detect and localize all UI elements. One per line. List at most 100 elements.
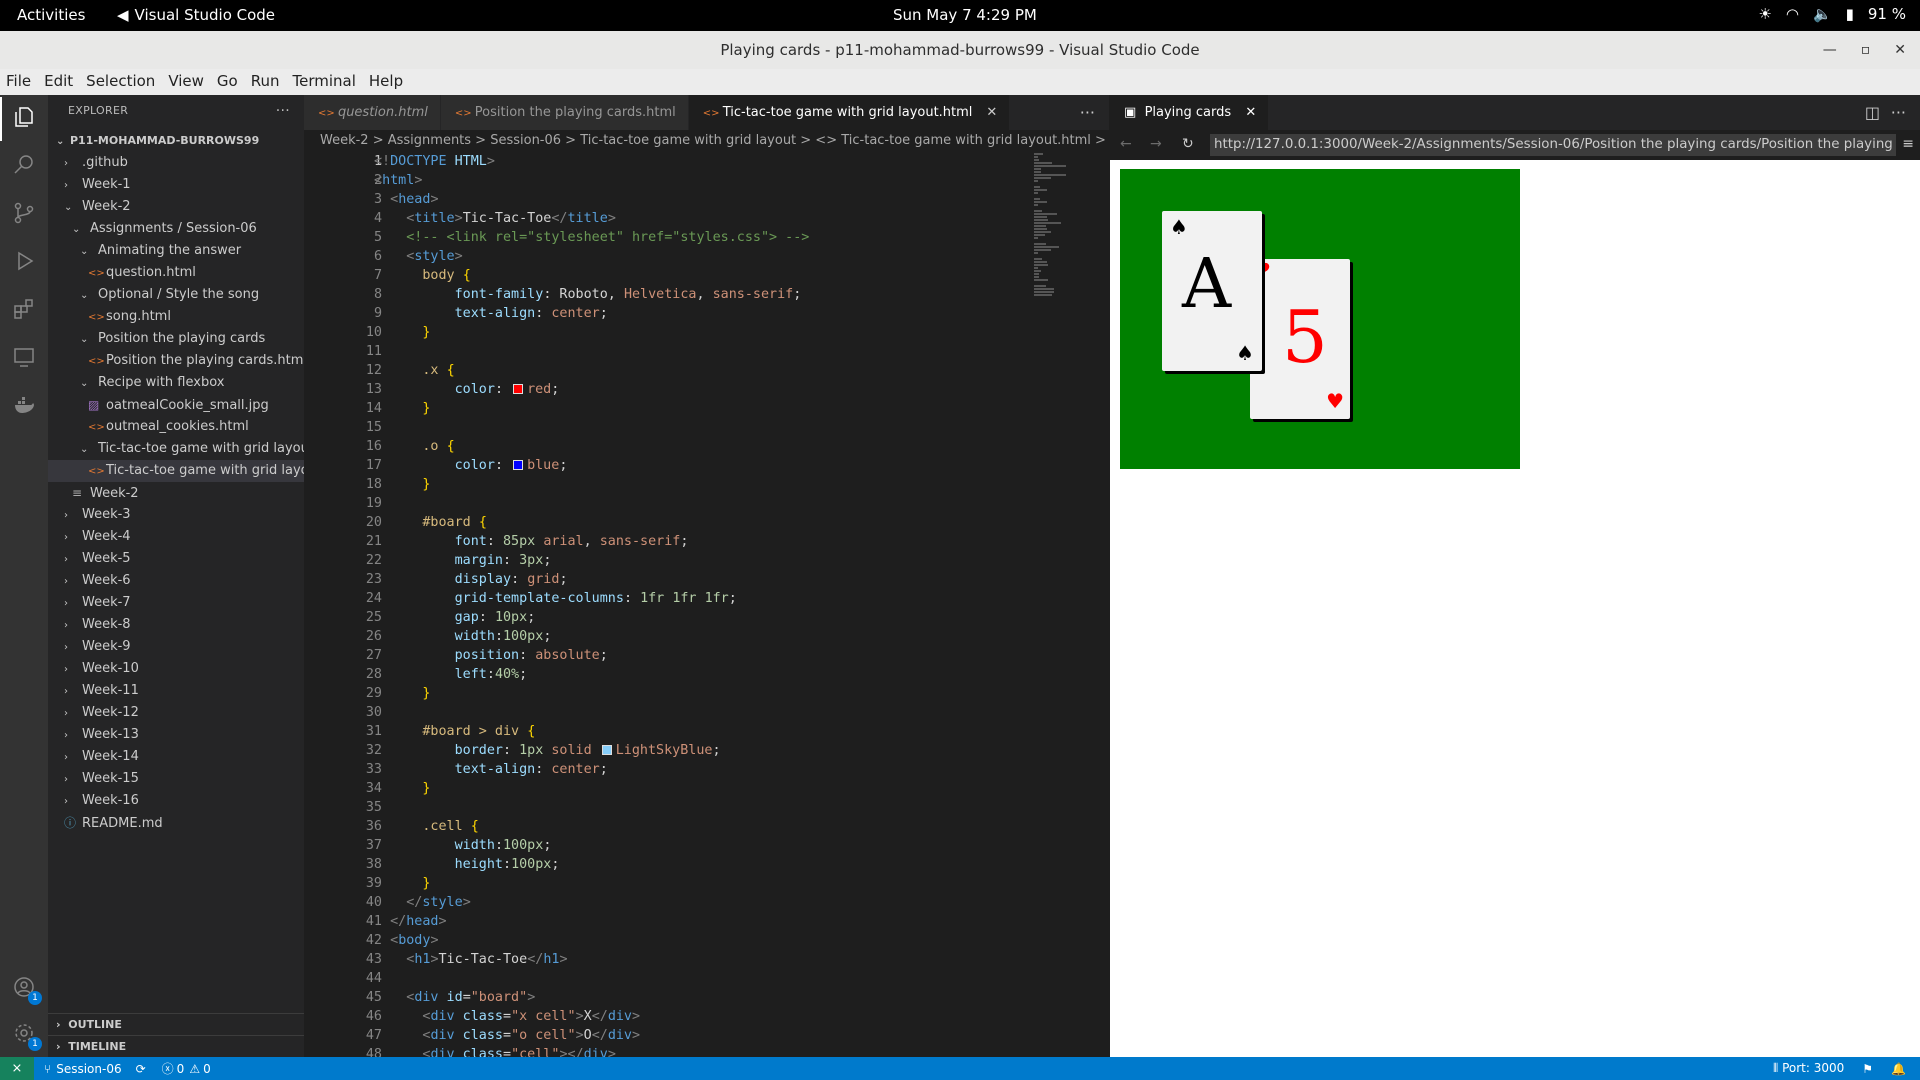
close-tab-icon[interactable]: ✕: [1245, 105, 1256, 120]
color-swatch[interactable]: [513, 460, 524, 470]
extensions-icon[interactable]: [10, 295, 38, 323]
code-line[interactable]: 18 }: [304, 475, 1024, 494]
feedback-icon[interactable]: ⚑: [1862, 1062, 1873, 1076]
code-line[interactable]: 22 margin: 3px;: [304, 551, 1024, 570]
tree-item[interactable]: <>Tic-tac-toe game with grid layo...: [48, 460, 304, 482]
maximize-icon[interactable]: ▫: [1861, 31, 1871, 69]
code-line[interactable]: 7 body {: [304, 266, 1024, 285]
code-line[interactable]: 6 <style>: [304, 247, 1024, 266]
timeline-section[interactable]: › TIMELINE: [48, 1035, 304, 1057]
code-line[interactable]: 13 color: red;: [304, 380, 1024, 399]
preview-tab[interactable]: ▣ Playing cards ✕: [1110, 95, 1269, 130]
code-line[interactable]: 9 text-align: center;: [304, 304, 1024, 323]
tree-item[interactable]: ⌄ Tic-tac-toe game with grid layout: [48, 438, 304, 460]
code-line[interactable]: 36 .cell {: [304, 817, 1024, 836]
breadcrumb[interactable]: Week-2 > Assignments > Session-06 > Tic-…: [304, 130, 1122, 152]
tree-item[interactable]: › Week-5: [48, 548, 304, 570]
tree-item[interactable]: › Week-4: [48, 526, 304, 548]
run-debug-icon[interactable]: [10, 247, 38, 275]
menu-run[interactable]: Run: [251, 69, 287, 95]
code-line[interactable]: 19: [304, 494, 1024, 513]
url-input[interactable]: http://127.0.0.1:3000/Week-2/Assignments…: [1210, 134, 1896, 156]
tree-item[interactable]: › Week-3: [48, 504, 304, 526]
code-line[interactable]: 40 </style>: [304, 893, 1024, 912]
warning-count[interactable]: 0: [203, 1062, 211, 1076]
tree-item[interactable]: › Week-12: [48, 702, 304, 724]
code-line[interactable]: 28 left:40%;: [304, 665, 1024, 684]
tree-item[interactable]: › Week-6: [48, 570, 304, 592]
code-line[interactable]: 46 <div class="x cell">X</div>: [304, 1007, 1024, 1026]
menu-file[interactable]: File: [6, 69, 38, 95]
clock[interactable]: Sun May 7 4:29 PM: [893, 6, 1037, 24]
code-line[interactable]: 31 #board > div {: [304, 722, 1024, 741]
tree-item[interactable]: ⌄ Optional / Style the song: [48, 284, 304, 306]
manage-gear-icon[interactable]: 1: [10, 1019, 42, 1051]
workspace-root[interactable]: ⌄ P11-MOHAMMAD-BURROWS99: [48, 130, 304, 152]
code-line[interactable]: 47 <div class="o cell">O</div>: [304, 1026, 1024, 1045]
code-line[interactable]: 38 height:100px;: [304, 855, 1024, 874]
code-line[interactable]: 41 </head>: [304, 912, 1024, 931]
accounts-icon[interactable]: 1: [10, 973, 42, 1005]
code-line[interactable]: 27 position: absolute;: [304, 646, 1024, 665]
more-actions-icon[interactable]: ···: [276, 95, 290, 127]
code-line[interactable]: 1 <!DOCTYPE HTML>: [304, 152, 1024, 171]
tree-item[interactable]: <>outmeal_cookies.html: [48, 416, 304, 438]
menu-terminal[interactable]: Terminal: [293, 69, 363, 95]
back-icon[interactable]: ←: [1120, 136, 1132, 152]
tree-item[interactable]: ≡ Week-2: [48, 482, 304, 504]
split-editor-icon[interactable]: ◫: [1865, 95, 1880, 130]
menu-help[interactable]: Help: [369, 69, 410, 95]
tree-item[interactable]: › Week-9: [48, 636, 304, 658]
activities-button[interactable]: Activities: [17, 6, 85, 24]
tree-item[interactable]: <>question.html: [48, 262, 304, 284]
code-line[interactable]: 15: [304, 418, 1024, 437]
sync-icon[interactable]: ⟳: [136, 1062, 146, 1076]
code-line[interactable]: 25 gap: 10px;: [304, 608, 1024, 627]
tree-item[interactable]: ⌄ Recipe with flexbox: [48, 372, 304, 394]
tree-item[interactable]: › Week-8: [48, 614, 304, 636]
code-line[interactable]: 43 <h1>Tic-Tac-Toe</h1>: [304, 950, 1024, 969]
editor-tab[interactable]: <> Position the playing cards.html: [440, 95, 689, 130]
code-line[interactable]: 14 }: [304, 399, 1024, 418]
errors-icon[interactable]: ⓧ: [162, 1060, 174, 1077]
minimize-icon[interactable]: —: [1823, 31, 1837, 69]
tree-item[interactable]: › Week-14: [48, 746, 304, 768]
code-line[interactable]: 23 display: grid;: [304, 570, 1024, 589]
code-line[interactable]: 42 <body>: [304, 931, 1024, 950]
code-line[interactable]: 24 grid-template-columns: 1fr 1fr 1fr;: [304, 589, 1024, 608]
code-line[interactable]: 30: [304, 703, 1024, 722]
remote-explorer-icon[interactable]: [10, 343, 38, 371]
code-line[interactable]: 20 #board {: [304, 513, 1024, 532]
code-line[interactable]: 12 .x {: [304, 361, 1024, 380]
tree-item[interactable]: <>song.html: [48, 306, 304, 328]
color-swatch[interactable]: [601, 745, 612, 755]
tree-item[interactable]: ▨ oatmealCookie_small.jpg: [48, 394, 304, 416]
forward-icon[interactable]: →: [1150, 136, 1162, 152]
code-line[interactable]: 4 <title>Tic-Tac-Toe</title>: [304, 209, 1024, 228]
tree-item[interactable]: › Week-1: [48, 174, 304, 196]
close-icon[interactable]: ✕: [1894, 31, 1906, 69]
tree-item[interactable]: › Week-11: [48, 680, 304, 702]
code-line[interactable]: 48 <div class="cell"></div>: [304, 1045, 1024, 1057]
more-actions-icon[interactable]: ···: [1080, 95, 1095, 130]
app-menu[interactable]: ◀ Visual Studio Code: [117, 6, 275, 24]
code-line[interactable]: 39 }: [304, 874, 1024, 893]
code-line[interactable]: 32 border: 1px solid LightSkyBlue;: [304, 741, 1024, 760]
port-status[interactable]: ⦀ Port: 3000: [1773, 1061, 1844, 1076]
reload-icon[interactable]: ↻: [1182, 136, 1194, 152]
code-line[interactable]: 11: [304, 342, 1024, 361]
tree-item[interactable]: <>Position the playing cards.html: [48, 350, 304, 372]
editor-tab[interactable]: <> question.html: [304, 95, 441, 130]
notifications-icon[interactable]: 🔔: [1891, 1062, 1906, 1076]
menu-edit[interactable]: Edit: [44, 69, 80, 95]
code-line[interactable]: 10 }: [304, 323, 1024, 342]
editor-tab[interactable]: <> Tic-tac-toe game with grid layout.htm…: [688, 95, 1011, 130]
code-line[interactable]: 34 }: [304, 779, 1024, 798]
code-line[interactable]: 16 .o {: [304, 437, 1024, 456]
tree-item[interactable]: ⌄ Animating the answer: [48, 240, 304, 262]
code-line[interactable]: 17 color: blue;: [304, 456, 1024, 475]
search-icon[interactable]: [10, 151, 38, 179]
code-line[interactable]: 2 <html>: [304, 171, 1024, 190]
code-line[interactable]: 21 font: 85px arial, sans-serif;: [304, 532, 1024, 551]
tree-item[interactable]: › .github: [48, 152, 304, 174]
